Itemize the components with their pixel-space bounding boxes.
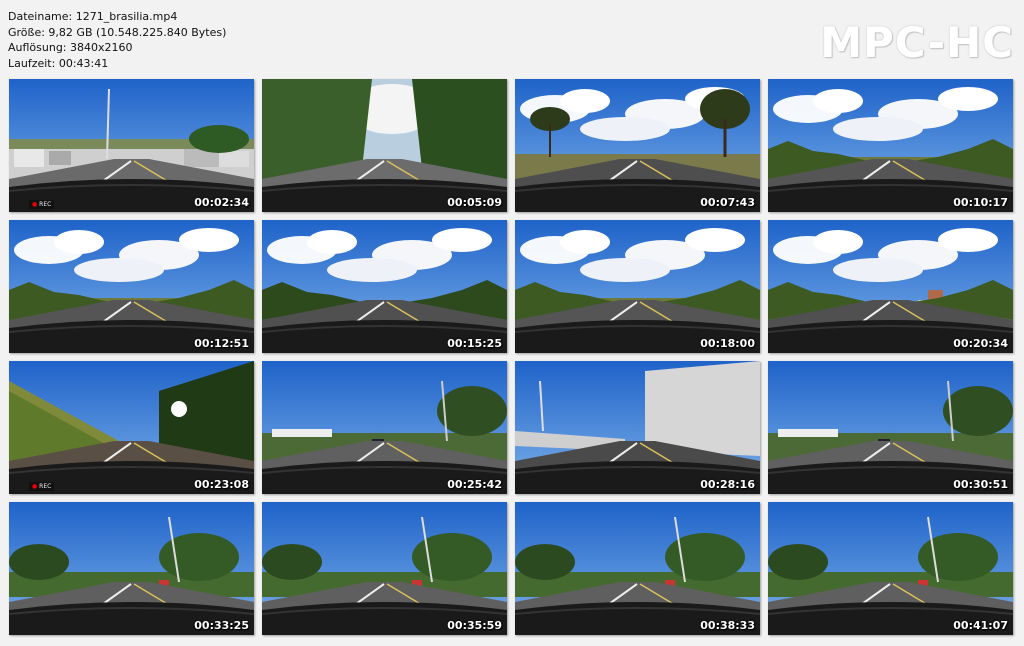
video-thumbnail: 00:33:25 (9, 502, 254, 635)
video-thumbnail: 00:25:42 (262, 361, 507, 494)
rec-indicator: ● REC (29, 200, 55, 209)
thumbnail-timestamp: 00:25:42 (447, 478, 502, 491)
thumbnail-frame-image (9, 220, 254, 353)
video-thumbnail: 00:23:08 ● REC (9, 361, 254, 494)
filename-text: Dateiname: 1271_brasilia.mp4 (8, 10, 178, 23)
rec-dot-icon: ● (32, 201, 38, 208)
thumbnail-timestamp: 00:02:34 (194, 196, 249, 209)
thumbnail-timestamp: 00:35:59 (447, 619, 502, 632)
thumbnail-timestamp: 00:30:51 (953, 478, 1008, 491)
video-thumbnail: 00:18:00 (515, 220, 760, 353)
thumbnail-timestamp: 00:05:09 (447, 196, 502, 209)
video-thumbnail: 00:41:07 (768, 502, 1013, 635)
thumbnail-frame-image (262, 79, 507, 212)
thumbnail-frame-image (262, 220, 507, 353)
thumbnail-frame-image (262, 502, 507, 635)
thumbnail-frame-image (9, 502, 254, 635)
filesize-text: Größe: 9,82 GB (10.548.225.840 Bytes) (8, 25, 227, 39)
thumbnail-timestamp: 00:20:34 (953, 337, 1008, 350)
file-info-block: Dateiname: 1271_brasilia.mp4 Größe: 9,82… (8, 9, 226, 71)
video-thumbnail: 00:20:34 (768, 220, 1013, 353)
video-thumbnail: 00:35:59 (262, 502, 507, 635)
thumbnail-frame-image (9, 361, 254, 494)
video-thumbnail: 00:15:25 (262, 220, 507, 353)
video-thumbnail: 00:28:16 (515, 361, 760, 494)
video-thumbnail: 00:05:09 (262, 79, 507, 212)
thumbnail-timestamp: 00:10:17 (953, 196, 1008, 209)
thumbnail-frame-image (768, 361, 1013, 494)
mpc-hc-logo: MPC-HC (820, 18, 1014, 67)
thumbnail-frame-image (515, 220, 760, 353)
thumbnail-timestamp: 00:23:08 (194, 478, 249, 491)
thumbnail-frame-image (515, 502, 760, 635)
thumbnail-timestamp: 00:15:25 (447, 337, 502, 350)
thumbnail-grid: 00:02:34 ● REC 00:05:09 00:07:43 00:10:1… (9, 79, 1013, 635)
thumbnail-frame-image (515, 79, 760, 212)
video-thumbnail: 00:30:51 (768, 361, 1013, 494)
video-thumbnail: 00:38:33 (515, 502, 760, 635)
thumbnail-timestamp: 00:38:33 (700, 619, 755, 632)
thumbnail-frame-image (768, 79, 1013, 212)
video-thumbnail: 00:02:34 ● REC (9, 79, 254, 212)
thumbnail-timestamp: 00:12:51 (194, 337, 249, 350)
duration-text: Laufzeit: 00:43:41 (8, 56, 109, 70)
thumbnail-timestamp: 00:07:43 (700, 196, 755, 209)
thumbnail-frame-image (515, 361, 760, 494)
thumbnail-timestamp: 00:28:16 (700, 478, 755, 491)
video-thumbnail: 00:07:43 (515, 79, 760, 212)
thumbnail-timestamp: 00:18:00 (700, 337, 755, 350)
rec-dot-icon: ● (32, 483, 38, 490)
thumbnail-frame-image (262, 361, 507, 494)
thumbnail-frame-image (768, 502, 1013, 635)
resolution-text: Auflösung: 3840x2160 (8, 41, 133, 55)
thumbnail-timestamp: 00:33:25 (194, 619, 249, 632)
thumbnail-frame-image (9, 79, 254, 212)
rec-indicator: ● REC (29, 482, 55, 491)
thumbnail-frame-image (768, 220, 1013, 353)
thumbnail-timestamp: 00:41:07 (953, 619, 1008, 632)
video-thumbnail: 00:10:17 (768, 79, 1013, 212)
rec-label: REC (39, 483, 52, 490)
video-thumbnail: 00:12:51 (9, 220, 254, 353)
rec-label: REC (39, 201, 52, 208)
